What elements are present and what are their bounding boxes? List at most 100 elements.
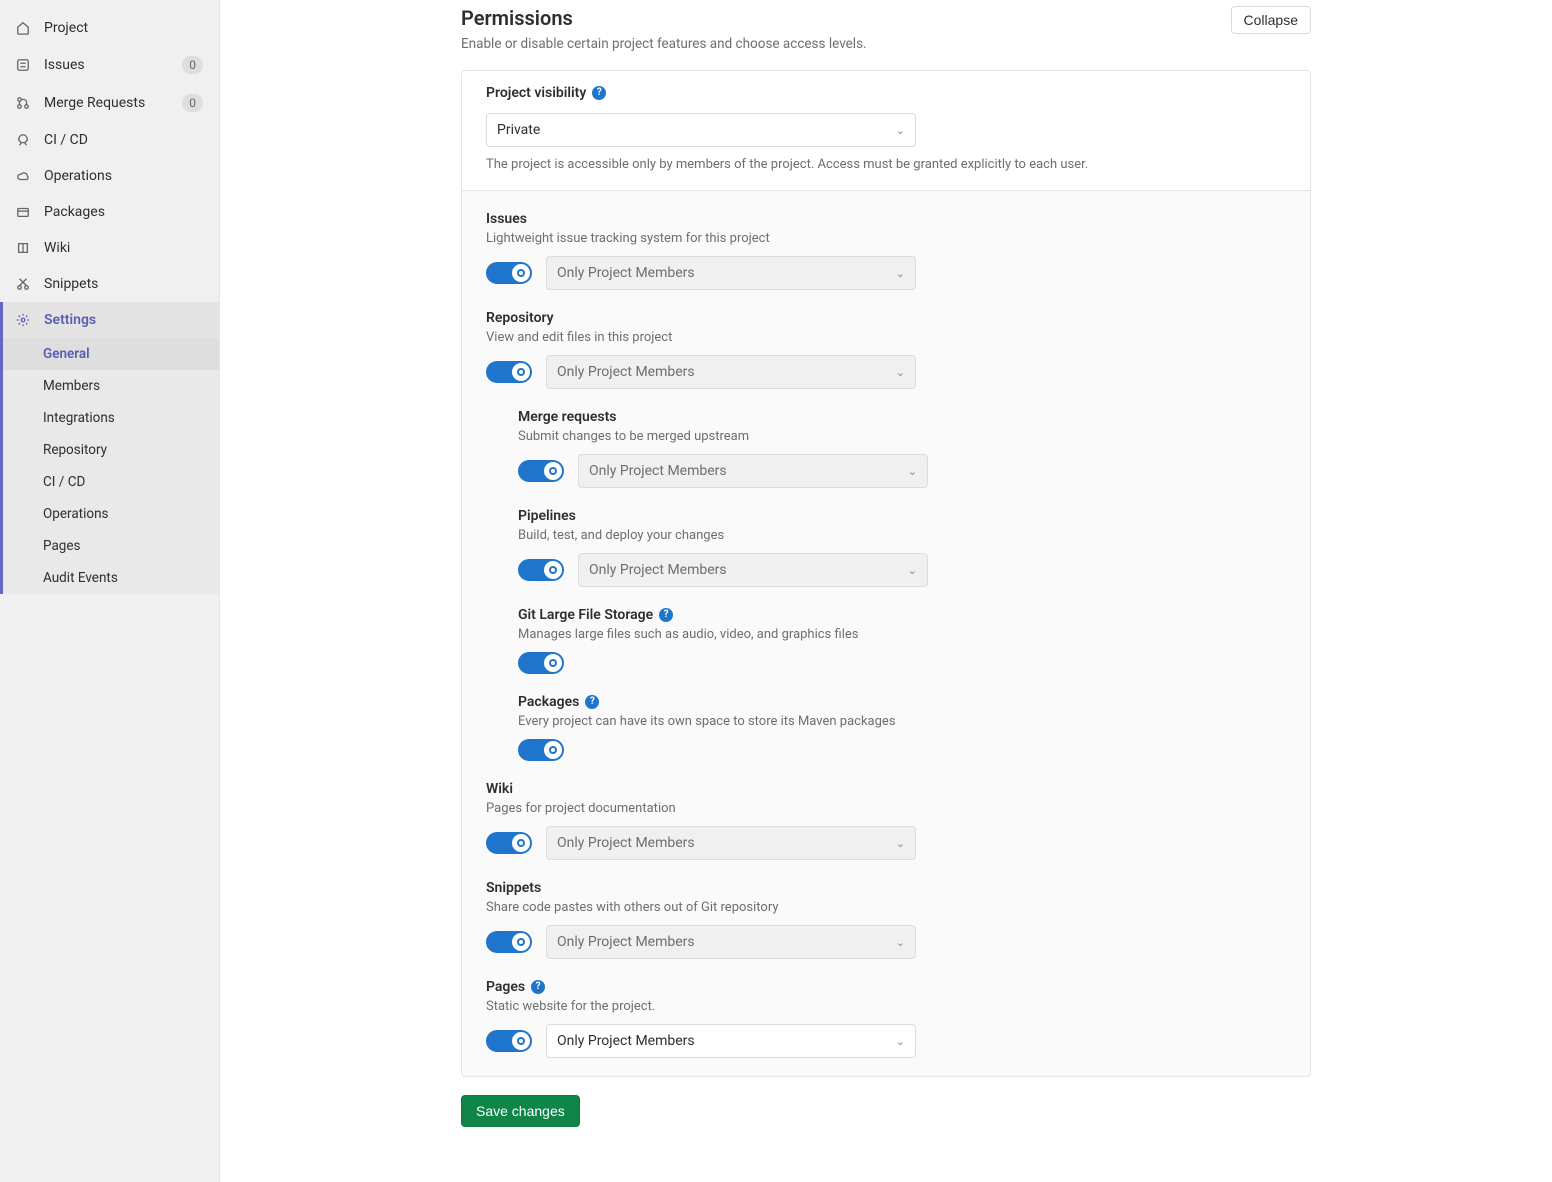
sidebar-item-label: Snippets: [44, 276, 203, 292]
packages-toggle[interactable]: [518, 739, 564, 761]
page-title: Permissions: [461, 6, 867, 30]
sidebar-item-label: CI / CD: [44, 132, 203, 148]
sidebar-item-merge-requests[interactable]: Merge Requests 0: [0, 84, 219, 122]
sidebar-item-label: Operations: [44, 168, 203, 184]
repository-desc: View and edit files in this project: [486, 330, 1286, 345]
sidebar-item-settings[interactable]: Settings: [0, 302, 219, 338]
pipelines-title: Pipelines: [518, 508, 576, 524]
mr-desc: Submit changes to be merged upstream: [518, 429, 1286, 444]
mr-access-select[interactable]: Only Project Members ⌄: [578, 454, 928, 488]
wiki-toggle[interactable]: [486, 832, 532, 854]
chevron-down-icon: ⌄: [896, 1035, 905, 1048]
subnav-audit-events[interactable]: Audit Events: [3, 562, 219, 594]
visibility-title: Project visibility: [486, 85, 586, 101]
chevron-down-icon: ⌄: [908, 564, 917, 577]
page-subtitle: Enable or disable certain project featur…: [461, 36, 867, 52]
snippets-desc: Share code pastes with others out of Git…: [486, 900, 1286, 915]
sidebar-item-wiki[interactable]: Wiki: [0, 230, 219, 266]
packages-desc: Every project can have its own space to …: [518, 714, 1286, 729]
pages-toggle[interactable]: [486, 1030, 532, 1052]
sidebar-item-label: Merge Requests: [44, 95, 182, 111]
sidebar-item-operations[interactable]: Operations: [0, 158, 219, 194]
lfs-title: Git Large File Storage: [518, 607, 653, 623]
sidebar-item-project[interactable]: Project: [0, 10, 219, 46]
pipelines-desc: Build, test, and deploy your changes: [518, 528, 1286, 543]
home-icon: [16, 20, 36, 36]
pages-desc: Static website for the project.: [486, 999, 1286, 1014]
sidebar-item-label: Issues: [44, 57, 182, 73]
mr-toggle[interactable]: [518, 460, 564, 482]
merge-icon: [16, 95, 36, 111]
gear-icon: [16, 312, 36, 328]
mr-title: Merge requests: [518, 409, 616, 425]
book-icon: [16, 240, 36, 256]
select-value: Private: [497, 122, 540, 138]
packages-title: Packages: [518, 694, 579, 710]
pipelines-access-select[interactable]: Only Project Members ⌄: [578, 553, 928, 587]
lfs-desc: Manages large files such as audio, video…: [518, 627, 1286, 642]
visibility-select[interactable]: Private ⌄: [486, 113, 916, 147]
repository-toggle[interactable]: [486, 361, 532, 383]
sidebar-item-label: Project: [44, 20, 203, 36]
subnav-members[interactable]: Members: [3, 370, 219, 402]
issues-icon: [16, 57, 36, 73]
snippets-toggle[interactable]: [486, 931, 532, 953]
lfs-toggle[interactable]: [518, 652, 564, 674]
sidebar-item-packages[interactable]: Packages: [0, 194, 219, 230]
sidebar-item-label: Wiki: [44, 240, 203, 256]
chevron-down-icon: ⌄: [896, 366, 905, 379]
select-value: Only Project Members: [557, 934, 695, 950]
help-icon[interactable]: ?: [659, 608, 673, 622]
sidebar-item-label: Settings: [44, 312, 203, 328]
chevron-down-icon: ⌄: [896, 936, 905, 949]
sidebar-badge: 0: [182, 94, 203, 112]
sidebar-item-cicd[interactable]: CI / CD: [0, 122, 219, 158]
select-value: Only Project Members: [589, 562, 727, 578]
select-value: Only Project Members: [557, 364, 695, 380]
sidebar: Project Issues 0 Merge Requests 0 CI / C…: [0, 0, 220, 1182]
subnav-pages[interactable]: Pages: [3, 530, 219, 562]
pages-title: Pages: [486, 979, 525, 995]
package-icon: [16, 204, 36, 220]
pipelines-toggle[interactable]: [518, 559, 564, 581]
chevron-down-icon: ⌄: [896, 124, 905, 137]
sidebar-badge: 0: [182, 56, 203, 74]
wiki-title: Wiki: [486, 781, 513, 797]
chevron-down-icon: ⌄: [896, 267, 905, 280]
help-icon[interactable]: ?: [585, 695, 599, 709]
wiki-access-select[interactable]: Only Project Members ⌄: [546, 826, 916, 860]
rocket-icon: [16, 132, 36, 148]
save-changes-button[interactable]: Save changes: [461, 1095, 580, 1127]
issues-desc: Lightweight issue tracking system for th…: [486, 231, 1286, 246]
select-value: Only Project Members: [557, 835, 695, 851]
issues-title: Issues: [486, 211, 527, 227]
cloud-icon: [16, 168, 36, 184]
collapse-button[interactable]: Collapse: [1231, 6, 1311, 34]
issues-toggle[interactable]: [486, 262, 532, 284]
help-icon[interactable]: ?: [531, 980, 545, 994]
chevron-down-icon: ⌄: [896, 837, 905, 850]
help-icon[interactable]: ?: [592, 86, 606, 100]
select-value: Only Project Members: [557, 1033, 695, 1049]
repository-access-select[interactable]: Only Project Members ⌄: [546, 355, 916, 389]
snippets-access-select[interactable]: Only Project Members ⌄: [546, 925, 916, 959]
select-value: Only Project Members: [557, 265, 695, 281]
sidebar-item-issues[interactable]: Issues 0: [0, 46, 219, 84]
wiki-desc: Pages for project documentation: [486, 801, 1286, 816]
sidebar-subnav: General Members Integrations Repository …: [0, 338, 219, 594]
repository-title: Repository: [486, 310, 554, 326]
snippets-title: Snippets: [486, 880, 541, 896]
subnav-repository[interactable]: Repository: [3, 434, 219, 466]
visibility-desc: The project is accessible only by member…: [486, 157, 1286, 172]
pages-access-select[interactable]: Only Project Members ⌄: [546, 1024, 916, 1058]
sidebar-item-label: Packages: [44, 204, 203, 220]
subnav-general[interactable]: General: [3, 338, 219, 370]
chevron-down-icon: ⌄: [908, 465, 917, 478]
select-value: Only Project Members: [589, 463, 727, 479]
sidebar-item-snippets[interactable]: Snippets: [0, 266, 219, 302]
subnav-integrations[interactable]: Integrations: [3, 402, 219, 434]
subnav-cicd[interactable]: CI / CD: [3, 466, 219, 498]
snippets-icon: [16, 276, 36, 292]
issues-access-select[interactable]: Only Project Members ⌄: [546, 256, 916, 290]
subnav-operations[interactable]: Operations: [3, 498, 219, 530]
